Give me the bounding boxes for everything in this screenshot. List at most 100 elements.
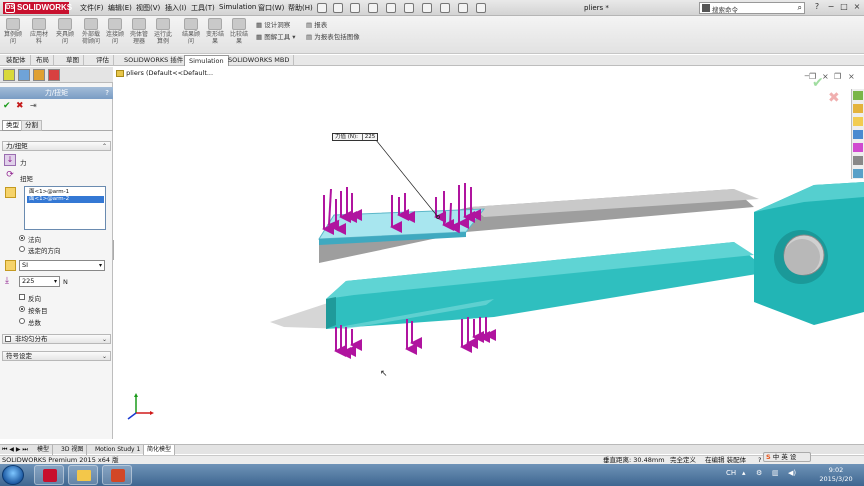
- start-button[interactable]: [2, 465, 24, 485]
- resources-icon[interactable]: [853, 91, 863, 100]
- open-icon[interactable]: [350, 3, 360, 13]
- save-icon[interactable]: [368, 3, 378, 13]
- network-icon[interactable]: ▥: [772, 469, 779, 477]
- search-icon[interactable]: ⌕: [798, 3, 802, 13]
- cancel-button[interactable]: ✖: [16, 101, 24, 111]
- clock[interactable]: 9:02 2015/3/20: [811, 466, 861, 484]
- search-box[interactable]: 搜索命令 ⌕: [699, 2, 805, 14]
- tab-motion-study[interactable]: Motion Study 1: [92, 445, 145, 455]
- configuration-manager-icon[interactable]: [33, 69, 45, 81]
- menu-simulation[interactable]: Simulation: [219, 3, 256, 11]
- tab-model[interactable]: 模型: [34, 445, 54, 455]
- torque-icon[interactable]: ⟳: [4, 170, 16, 182]
- ime-tray-icon[interactable]: ⚙: [756, 469, 762, 477]
- reverse-direction-checkbox[interactable]: [19, 294, 25, 300]
- close-button[interactable]: ×: [852, 2, 862, 12]
- face-item-arm-1[interactable]: 面<1>@arm-1: [27, 189, 104, 196]
- options-icon[interactable]: [476, 3, 486, 13]
- minimize-button[interactable]: −: [826, 2, 836, 12]
- design-library-icon[interactable]: [853, 104, 863, 113]
- maximize-button[interactable]: □: [839, 2, 849, 12]
- minimize-viewport-icon[interactable]: −: [804, 72, 810, 80]
- graphics-area[interactable]: pliers (Default<<Default... 力值 (N): 225 …: [114, 67, 864, 439]
- display-manager-icon[interactable]: [48, 69, 60, 81]
- menu-tools[interactable]: 工具(T): [191, 3, 215, 13]
- force-value-input[interactable]: 225 ▾: [19, 276, 60, 287]
- nonuniform-checkbox[interactable]: [5, 336, 11, 342]
- menu-file[interactable]: 文件(F): [80, 3, 104, 13]
- rebuild-icon[interactable]: [440, 3, 450, 13]
- search-input[interactable]: 搜索命令: [712, 4, 738, 14]
- external-loads-button[interactable]: 外部载荷顾问: [80, 18, 102, 50]
- print-icon[interactable]: [386, 3, 396, 13]
- plot-tools-button[interactable]: ▦ 图解工具 ▾: [256, 31, 296, 41]
- help-dropdown-icon[interactable]: ?: [812, 2, 822, 12]
- appearances-icon[interactable]: [853, 143, 863, 152]
- undo-icon[interactable]: [404, 3, 414, 13]
- apply-material-button[interactable]: 应用材料: [28, 18, 50, 50]
- face-item-arm-2[interactable]: 面<1>@arm-2: [27, 196, 104, 203]
- tab-evaluate[interactable]: 评估: [92, 55, 114, 66]
- total-radio[interactable]: [19, 318, 25, 324]
- custom-properties-icon[interactable]: [853, 156, 863, 165]
- tab-assembly[interactable]: 装配体: [2, 55, 31, 66]
- connections-advisor-button[interactable]: 连接顾问: [104, 18, 126, 50]
- compare-results-button[interactable]: 比较结果: [228, 18, 250, 50]
- file-explorer-icon[interactable]: [853, 117, 863, 126]
- pin-icon[interactable]: [317, 3, 327, 13]
- feature-manager-icon[interactable]: [3, 69, 15, 81]
- section-force-torque[interactable]: 力/扭矩 ⌃: [2, 141, 111, 151]
- design-insight-button[interactable]: ▦ 设计洞察: [256, 19, 290, 29]
- tab-mbd[interactable]: SOLIDWORKS MBD: [224, 55, 295, 66]
- viewport-close-icon[interactable]: ×: [848, 72, 855, 81]
- selected-direction-radio[interactable]: [19, 246, 25, 252]
- menu-insert[interactable]: 插入(I): [165, 3, 187, 13]
- normal-direction-radio[interactable]: [19, 235, 25, 241]
- subtab-type[interactable]: 类型: [2, 120, 23, 131]
- subtab-split[interactable]: 分割: [21, 120, 42, 131]
- taskbar-explorer[interactable]: [68, 465, 98, 485]
- menu-edit[interactable]: 编辑(E): [108, 3, 132, 13]
- deformed-result-button[interactable]: 变形结果: [204, 18, 226, 50]
- include-image-button[interactable]: ▤ 为报表包括图像: [306, 31, 360, 41]
- confirm-ok-icon[interactable]: ✔: [812, 75, 824, 91]
- faces-selection-list[interactable]: 面<1>@arm-1 面<1>@arm-2: [24, 186, 106, 230]
- new-document-icon[interactable]: [333, 3, 343, 13]
- results-advisor-button[interactable]: 结果顾问: [180, 18, 202, 50]
- forum-icon[interactable]: [853, 169, 863, 178]
- tab-3d-view[interactable]: 3D 视图: [58, 445, 88, 455]
- unit-select[interactable]: SI ▾: [19, 260, 105, 271]
- select-icon[interactable]: [422, 3, 432, 13]
- tab-addins[interactable]: SOLIDWORKS 插件: [120, 55, 189, 66]
- property-manager-icon[interactable]: [18, 69, 30, 81]
- ime-toolbar[interactable]: S 中 英 设: [763, 452, 811, 462]
- pliers-model[interactable]: [114, 67, 864, 439]
- solidworks-logo[interactable]: DS SOLIDWORKS: [3, 2, 72, 14]
- help-icon[interactable]: ?: [105, 87, 109, 99]
- ok-button[interactable]: ✔: [3, 101, 11, 111]
- confirm-cancel-icon[interactable]: ✖: [828, 90, 840, 106]
- volume-icon[interactable]: ◀): [788, 469, 796, 477]
- section-nonuniform-distribution[interactable]: 非均匀分布 ⌄: [2, 334, 111, 344]
- tab-scroll-icons[interactable]: ⏮ ◀ ▶ ⏭: [2, 446, 28, 454]
- menu-help[interactable]: 帮助(H): [288, 3, 313, 13]
- view-palette-icon[interactable]: [853, 130, 863, 139]
- menu-view[interactable]: 视图(V): [136, 3, 160, 13]
- per-item-radio[interactable]: [19, 306, 25, 312]
- tab-simplified-model[interactable]: 简化模型: [144, 445, 176, 455]
- taskbar-solidworks[interactable]: [34, 465, 64, 485]
- viewport-restore-icon[interactable]: ❐: [834, 72, 841, 81]
- file-properties-icon[interactable]: [458, 3, 468, 13]
- run-study-button[interactable]: 运行此算例: [152, 18, 174, 50]
- fixtures-advisor-button[interactable]: 夹具顾问: [54, 18, 76, 50]
- tab-layout[interactable]: 布局: [32, 55, 54, 66]
- tab-simulation[interactable]: Simulation: [184, 55, 229, 66]
- language-indicator[interactable]: CH: [726, 469, 736, 477]
- section-symbol-settings[interactable]: 符号设定 ⌄: [2, 351, 111, 361]
- tray-expand-icon[interactable]: ▴: [742, 469, 746, 477]
- force-icon[interactable]: ↓: [4, 154, 16, 166]
- study-advisor-button[interactable]: 算例顾问: [2, 18, 24, 50]
- menu-window[interactable]: 窗口(W): [258, 3, 284, 13]
- report-button[interactable]: ▤ 报表: [306, 19, 327, 29]
- tab-sketch[interactable]: 草图: [62, 55, 84, 66]
